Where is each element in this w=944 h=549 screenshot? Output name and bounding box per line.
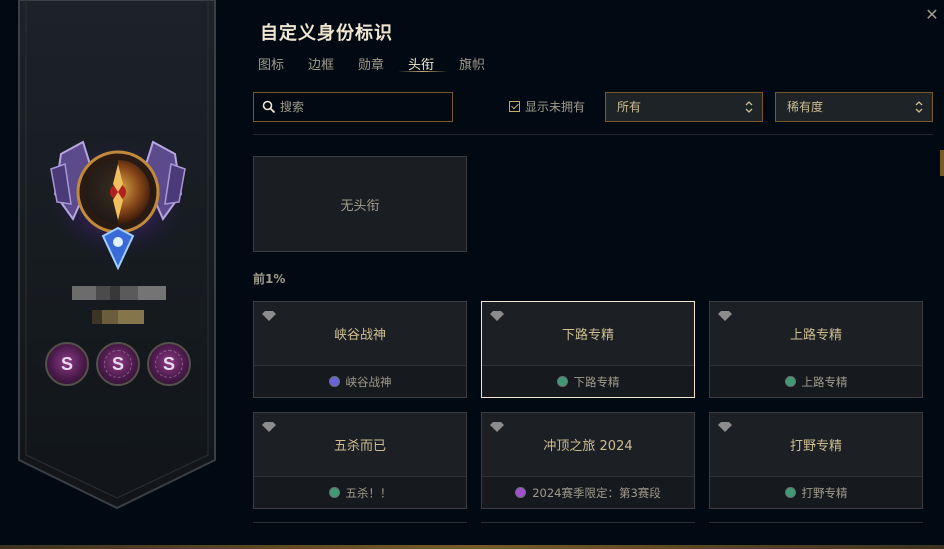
title-source: 上路专精 xyxy=(710,365,922,397)
title-card[interactable]: 五杀而已 五杀！！ xyxy=(253,412,467,509)
rarity-gem-icon xyxy=(718,311,732,321)
title-source: 下路专精 xyxy=(482,365,694,397)
rarity-gem-icon xyxy=(718,422,732,432)
tab-icon[interactable]: 图标 xyxy=(258,54,284,73)
profile-banner: S S S xyxy=(17,0,217,510)
title-name: 上路专精 xyxy=(789,328,842,343)
rank-emblem xyxy=(48,139,188,271)
no-title-label: 无头衔 xyxy=(340,198,380,214)
sort-select-value: 稀有度 xyxy=(787,100,824,114)
ownership-select-value: 所有 xyxy=(617,100,642,114)
tab-medal[interactable]: 勋章 xyxy=(358,54,384,73)
title-source-label: 五杀！！ xyxy=(345,485,392,500)
ownership-select[interactable]: 所有 xyxy=(605,92,763,122)
no-title-card[interactable]: 无头衔 xyxy=(253,156,467,252)
title-source-label: 2024赛季限定：第3赛段 xyxy=(532,485,661,500)
badge-2[interactable]: S xyxy=(96,342,140,386)
show-unowned-toggle[interactable]: 显示未拥有 xyxy=(509,98,585,115)
title-source: 2024赛季限定：第3赛段 xyxy=(482,476,694,508)
rarity-gem-icon xyxy=(490,422,504,432)
title-source: 打野专精 xyxy=(710,476,922,508)
show-unowned-label: 显示未拥有 xyxy=(525,100,586,114)
source-dot-icon xyxy=(328,376,340,387)
sort-select[interactable]: 稀有度 xyxy=(775,92,933,122)
show-unowned-checkbox[interactable] xyxy=(509,101,520,112)
title-card-selected[interactable]: 下路专精 下路专精 xyxy=(481,301,695,398)
title-card[interactable]: 冲顶之旅 2024 2024赛季限定：第3赛段 xyxy=(481,412,695,509)
tab-border[interactable]: 边框 xyxy=(308,54,334,73)
title-source: 五杀！！ xyxy=(254,476,466,508)
title-name: 峡谷战神 xyxy=(333,328,386,343)
header-divider xyxy=(253,134,933,135)
bottom-gold-bar xyxy=(0,545,944,549)
source-dot-icon xyxy=(515,487,527,498)
rarity-gem-icon xyxy=(262,422,276,432)
title-name: 打野专精 xyxy=(789,439,842,454)
badge-row: S S S xyxy=(45,342,195,388)
title-name: 冲顶之旅 2024 xyxy=(543,439,633,454)
title-card[interactable]: 峡谷战神 峡谷战神 xyxy=(253,301,467,398)
title-source: 峡谷战神 xyxy=(254,365,466,397)
page-title: 自定义身份标识 xyxy=(260,23,393,44)
close-icon[interactable]: ✕ xyxy=(923,6,941,24)
next-row-card-edge xyxy=(253,522,467,527)
title-card[interactable]: 打野专精 打野专精 xyxy=(709,412,923,509)
source-dot-icon xyxy=(328,487,340,498)
source-dot-icon xyxy=(784,376,796,387)
source-dot-icon xyxy=(556,376,568,387)
title-source-label: 下路专精 xyxy=(573,374,620,389)
title-source-label: 打野专精 xyxy=(801,485,848,500)
search-box[interactable] xyxy=(253,92,453,122)
rarity-gem-icon xyxy=(490,311,504,321)
search-input[interactable] xyxy=(280,100,440,114)
badge-1[interactable]: S xyxy=(45,342,89,386)
search-icon xyxy=(262,100,276,114)
title-name: 下路专精 xyxy=(561,328,614,343)
section-label: 前1% xyxy=(253,272,286,286)
scrollbar-thumb[interactable] xyxy=(940,150,944,176)
title-card[interactable]: 上路专精 上路专精 xyxy=(709,301,923,398)
chevron-up-down-icon xyxy=(745,101,753,113)
next-row-card-edge xyxy=(709,522,923,527)
source-dot-icon xyxy=(784,487,796,498)
chevron-up-down-icon xyxy=(915,101,923,113)
badge-3[interactable]: S xyxy=(147,342,191,386)
title-name: 五杀而已 xyxy=(333,439,386,454)
active-tab-underline xyxy=(398,71,448,72)
title-source-label: 上路专精 xyxy=(801,374,848,389)
tab-banner[interactable]: 旗帜 xyxy=(459,54,485,73)
rarity-gem-icon xyxy=(262,311,276,321)
title-source-label: 峡谷战神 xyxy=(345,374,392,389)
next-row-card-edge xyxy=(481,522,695,527)
